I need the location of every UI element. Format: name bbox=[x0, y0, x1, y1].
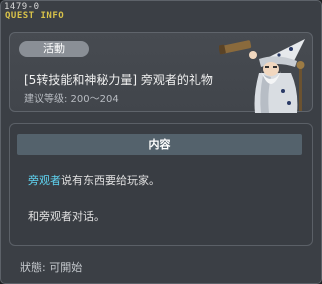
description-text: 说有东西要给玩家。 bbox=[61, 174, 160, 187]
quest-name: [5转技能和神秘力量] 旁观者的礼物 bbox=[24, 73, 213, 87]
npc-name-link[interactable]: 旁观者 bbox=[28, 174, 61, 187]
npc-portrait-icon bbox=[219, 39, 305, 113]
quest-header-panel: 活動 [5转技能和神秘力量] 旁观者的礼物 建议等级: 200～204 bbox=[9, 32, 313, 113]
title-bar[interactable]: 1479-0 QUEST INFO bbox=[1, 1, 321, 25]
quest-level-requirement: 建议等级: 200～204 bbox=[24, 94, 119, 105]
content-section-title: 内容 bbox=[17, 134, 302, 155]
category-badge: 活動 bbox=[19, 41, 89, 57]
quest-info-window: 1479-0 QUEST INFO 活動 [5转技能和神秘力量] 旁观者的礼物 … bbox=[0, 0, 322, 284]
quest-objective: 和旁观者对话。 bbox=[28, 210, 105, 223]
quest-description: 旁观者说有东西要给玩家。 bbox=[28, 172, 160, 188]
quest-status: 狀態: 可開始 bbox=[20, 261, 83, 274]
quest-content-panel: 内容 旁观者说有东西要给玩家。 和旁观者对话。 bbox=[9, 123, 313, 246]
window-title: QUEST INFO bbox=[5, 11, 65, 21]
